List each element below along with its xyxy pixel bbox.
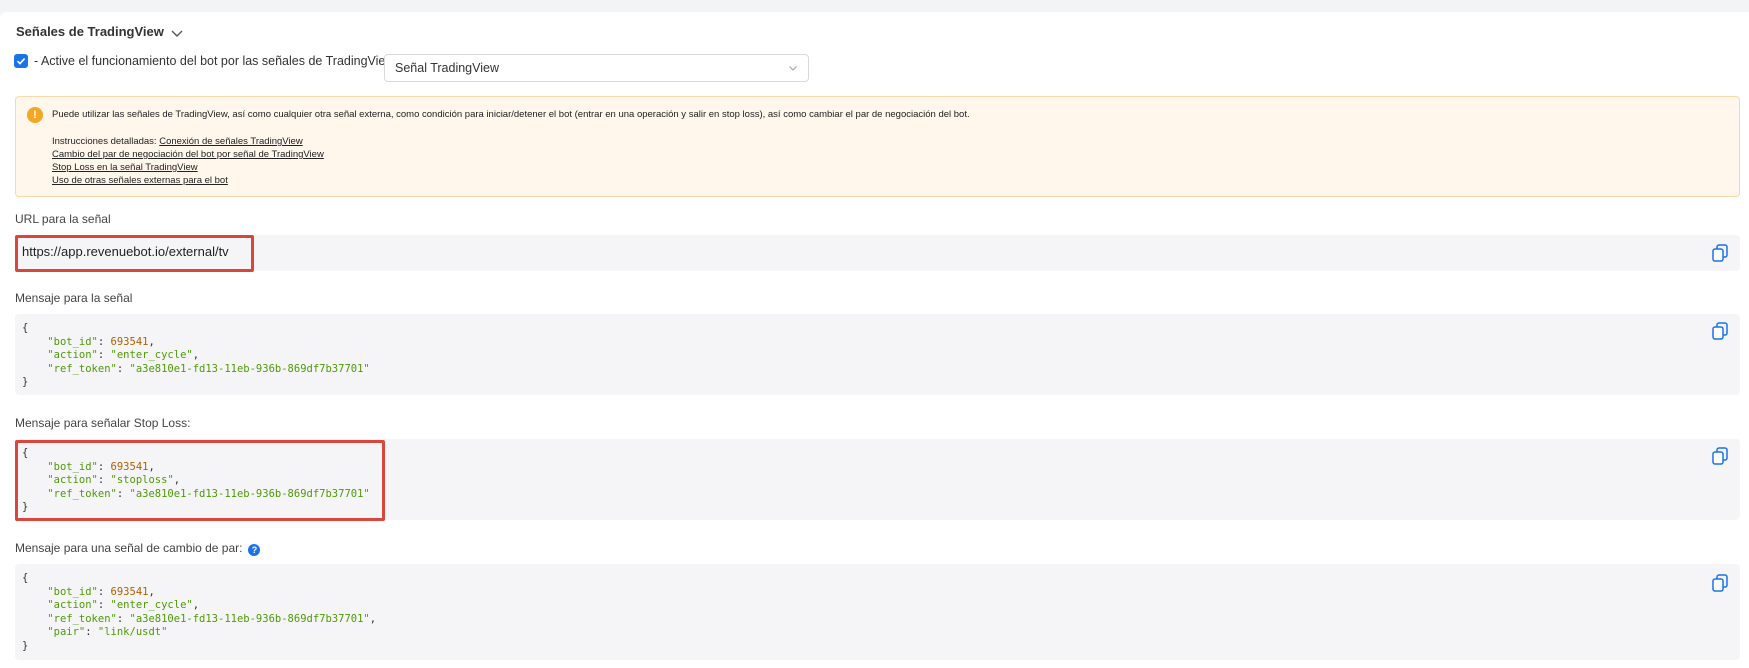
chevron-down-icon [789,66,797,71]
pair-action: enter_cycle [116,599,187,611]
message-code: { "bot_id": 693541, "action": "enter_cyc… [22,322,370,388]
signal-type-value: Señal TradingView [395,61,500,75]
message-ref-token: a3e810e1-fd13-11eb-936b-869df7b37701 [135,362,364,375]
alert-instructions: Instrucciones detalladas: Conexión de se… [52,135,324,187]
url-field[interactable]: https://app.revenuebot.io/external/tv [15,235,1740,271]
check-icon [16,58,26,65]
message-label: Mensaje para la señal [15,291,133,305]
activate-label: - Active el funcionamiento del bot por l… [34,54,395,68]
copy-icon[interactable] [1712,574,1728,592]
message-code-block[interactable]: { "bot_id": 693541, "action": "enter_cyc… [15,314,1740,395]
copy-icon[interactable] [1712,447,1728,465]
section-title: Señales de TradingView [16,23,164,39]
signal-type-select[interactable]: Señal TradingView [384,54,809,82]
pair-change-code-block[interactable]: { "bot_id": 693541, "action": "enter_cyc… [15,564,1740,660]
chevron-down-icon[interactable] [170,26,184,40]
copy-icon[interactable] [1712,244,1728,262]
copy-icon[interactable] [1712,322,1728,340]
stoploss-highlight-box [15,440,385,521]
pair-bot-id: 693541 [110,585,149,598]
instructions-prefix: Instrucciones detalladas: [52,136,157,147]
pair-value: link/usdt [104,626,162,638]
pair-change-label: Mensaje para una señal de cambio de par:… [15,541,261,556]
stoploss-label: Mensaje para señalar Stop Loss: [15,416,191,430]
link-stop-loss[interactable]: Stop Loss en la señal TradingView [52,161,198,174]
pair-change-code: { "bot_id": 693541, "action": "enter_cyc… [22,572,377,652]
activate-checkbox[interactable] [14,54,28,68]
alert-text: Puede utilizar las señales de TradingVie… [52,109,970,120]
link-tradingview-connection[interactable]: Conexión de señales TradingView [159,135,302,148]
activation-row: - Active el funcionamiento del bot por l… [14,54,394,68]
help-icon[interactable]: ? [248,544,261,556]
message-action: enter_cycle [116,349,187,361]
pair-change-label-text: Mensaje para una señal de cambio de par: [15,541,243,555]
message-bot-id: 693541 [110,335,149,348]
pair-ref-token: a3e810e1-fd13-11eb-936b-869df7b37701 [135,612,364,625]
url-highlight-box [15,235,254,272]
link-pair-change[interactable]: Cambio del par de negociación del bot po… [52,148,324,161]
url-label: URL para la señal [15,212,111,226]
info-alert: ! Puede utilizar las señales de TradingV… [15,96,1740,197]
section-header[interactable]: Señales de TradingView [16,22,184,40]
warning-icon: ! [27,107,43,123]
link-external-signals[interactable]: Uso de otras señales externas para el bo… [52,174,228,187]
